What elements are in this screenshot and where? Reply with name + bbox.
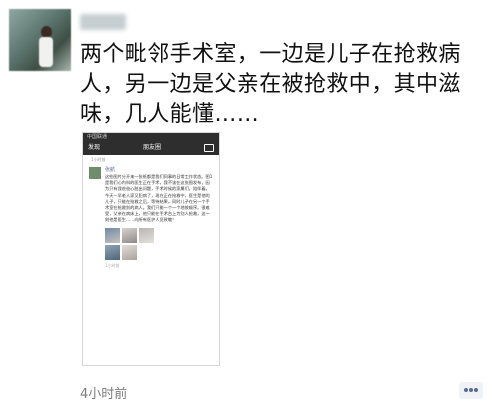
carrier-label: 中国联通 xyxy=(87,134,108,140)
camera-icon xyxy=(204,144,214,152)
moment-time: 1小时前 xyxy=(105,262,120,268)
photo-thumbnail xyxy=(105,227,120,243)
photo-thumbnail xyxy=(139,227,154,243)
moment-text: 这些图片分开来一张纸都是我们同事的日常工作状态。图1是我们心内科的医生正在手术，… xyxy=(105,174,213,223)
photo-thumbnail xyxy=(122,244,137,260)
nav-bar: 发现 朋友圈 xyxy=(83,141,219,155)
moment-body: 张航 这些图片分开来一张纸都是我们同事的日常工作状态。图1是我们心内科的医生正在… xyxy=(105,167,213,269)
dot xyxy=(474,388,478,392)
moment-photos xyxy=(105,227,213,260)
moment-avatar xyxy=(89,167,101,179)
nav-back-button: 发现 xyxy=(88,144,101,151)
nav-title: 朋友圈 xyxy=(143,144,162,151)
moment-author: 张航 xyxy=(105,167,116,173)
dot xyxy=(464,388,468,392)
embedded-screenshot[interactable]: 中国联通 发现 朋友圈 1小时前 张航 这些图片分开来一张纸都是我们同事的日常工… xyxy=(82,132,220,366)
photo-thumbnail xyxy=(105,244,120,260)
blurred-username[interactable] xyxy=(80,14,126,30)
dot xyxy=(469,388,473,392)
comment-dots-icon[interactable] xyxy=(459,382,483,399)
user-avatar[interactable] xyxy=(9,9,71,71)
post-timestamp: 4小时前 xyxy=(80,387,128,402)
post-text: 两个毗邻手术室，一边是儿子在抢救病人，另一边是父亲在被抢救中，其中滋味，几人能懂… xyxy=(80,42,461,127)
moment-item: 张航 这些图片分开来一张纸都是我们同事的日常工作状态。图1是我们心内科的医生正在… xyxy=(83,165,219,271)
top-timestamp: 1小时前 xyxy=(91,157,106,162)
avatar-figure xyxy=(39,37,53,67)
status-bar: 中国联通 xyxy=(83,133,219,141)
photo-thumbnail xyxy=(122,227,137,243)
